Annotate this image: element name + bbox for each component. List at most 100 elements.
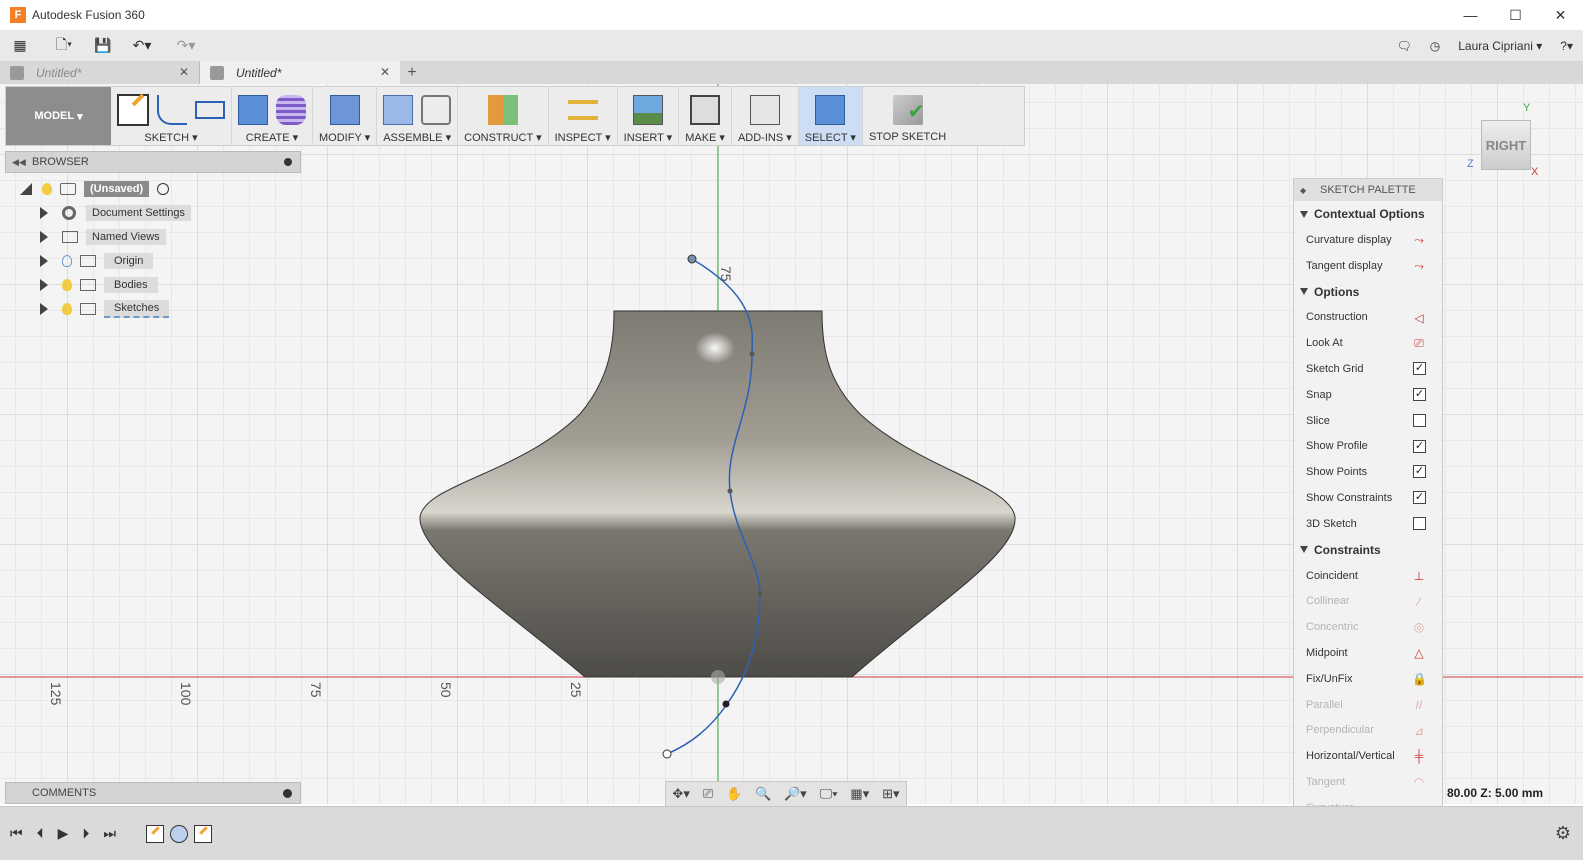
palette-option-show-constraints[interactable]: Show Constraints ✓ xyxy=(1294,485,1442,511)
close-window-button[interactable]: ✕ xyxy=(1538,0,1583,30)
inspect-menu-button[interactable]: INSPECT ▾ xyxy=(555,131,611,144)
assemble-menu-button[interactable]: ASSEMBLE ▾ xyxy=(383,131,451,144)
palette-option-show-profile[interactable]: Show Profile ✓ xyxy=(1294,434,1442,460)
visibility-bulb-off-icon[interactable] xyxy=(62,255,72,267)
stop-sketch-icon[interactable] xyxy=(892,95,925,125)
press-pull-icon[interactable] xyxy=(329,95,360,125)
look-at-icon[interactable]: ⎚ xyxy=(703,786,713,802)
visibility-bulb-icon[interactable] xyxy=(62,303,72,315)
addins-menu-button[interactable]: ADD-INS ▾ xyxy=(738,131,792,144)
form-icon[interactable] xyxy=(276,95,306,125)
new-tab-button[interactable]: + xyxy=(400,61,424,84)
spline-fit-point[interactable] xyxy=(722,700,730,708)
create-menu-button[interactable]: CREATE ▾ xyxy=(246,131,298,144)
comments-panel-header[interactable]: COMMENTS xyxy=(5,782,301,804)
offset-plane-icon[interactable] xyxy=(487,95,518,125)
save-icon[interactable]: 💾 xyxy=(88,30,118,61)
grid-settings-icon[interactable]: ▦▾ xyxy=(850,786,869,802)
modify-menu-button[interactable]: MODIFY ▾ xyxy=(319,131,370,144)
expand-arrow-icon[interactable] xyxy=(40,207,48,219)
addins-group[interactable]: ADD-INS ▾ xyxy=(732,87,799,145)
scripts-addins-icon[interactable] xyxy=(749,95,780,125)
visibility-bulb-icon[interactable] xyxy=(62,279,72,291)
construct-menu-button[interactable]: CONSTRUCT ▾ xyxy=(464,131,541,144)
select-group[interactable]: SELECT ▾ xyxy=(798,87,863,145)
concentric-constraint-icon[interactable]: ◎ xyxy=(1412,620,1426,634)
palette-option-3d-sketch[interactable]: 3D Sketch xyxy=(1294,511,1442,537)
timeline-revolve-feature-icon[interactable] xyxy=(170,825,188,843)
visibility-bulb-icon[interactable] xyxy=(42,183,52,195)
collapse-browser-icon[interactable]: ◀◀ xyxy=(12,157,26,168)
browser-item-document-settings[interactable]: Document Settings xyxy=(40,203,191,223)
close-tab-icon[interactable]: ✕ xyxy=(179,65,189,79)
insert-menu-button[interactable]: INSERT ▾ xyxy=(624,131,673,144)
play-icon[interactable]: ▶ xyxy=(58,825,69,842)
horizontal-vertical-constraint-icon[interactable]: ╪ xyxy=(1412,749,1426,763)
expand-arrow-icon[interactable] xyxy=(40,279,48,291)
constraint-midpoint[interactable]: Midpoint △ xyxy=(1294,640,1442,666)
3d-print-icon[interactable] xyxy=(690,95,721,125)
constraint-collinear[interactable]: Collinear ⁄ xyxy=(1294,589,1442,615)
show-constraints-checkbox[interactable]: ✓ xyxy=(1413,491,1426,505)
curvature-display-icon[interactable]: ⤳ xyxy=(1412,233,1426,247)
tangent-constraint-icon[interactable]: ◠ xyxy=(1412,775,1426,789)
pan-hand-icon[interactable]: ✋ xyxy=(726,786,742,802)
maximize-button[interactable]: ☐ xyxy=(1493,0,1538,30)
constraint-horizontal-vertical[interactable]: Horizontal/Vertical ╪ xyxy=(1294,743,1442,769)
user-account-menu[interactable]: Laura Cipriani ▾ xyxy=(1458,39,1542,53)
line-tool-icon[interactable] xyxy=(157,95,187,125)
minimize-button[interactable]: — xyxy=(1448,0,1493,30)
browser-root-node[interactable]: (Unsaved) xyxy=(20,179,170,199)
timeline-settings-gear-icon[interactable]: ⚙ xyxy=(1555,823,1571,844)
workspace-switcher[interactable]: MODEL ▾ xyxy=(6,87,111,145)
timeline-sketch-feature-icon[interactable] xyxy=(194,825,212,843)
construction-icon[interactable]: ◁ xyxy=(1412,311,1426,325)
orbit-icon[interactable]: ✥▾ xyxy=(672,786,689,802)
constraint-tangent[interactable]: Tangent ◠ xyxy=(1294,769,1442,795)
browser-item-origin[interactable]: Origin xyxy=(40,251,154,271)
coincident-constraint-icon[interactable]: ⊥ xyxy=(1412,569,1426,583)
view-cube-face[interactable]: RIGHT xyxy=(1481,120,1531,170)
make-group[interactable]: MAKE ▾ xyxy=(679,87,732,145)
fix-unfix-constraint-icon[interactable]: 🔒 xyxy=(1412,672,1427,686)
constraint-perpendicular[interactable]: Perpendicular ⊿ xyxy=(1294,718,1442,744)
show-points-checkbox[interactable]: ✓ xyxy=(1413,465,1426,479)
browser-pin-icon[interactable] xyxy=(284,158,292,166)
select-cursor-icon[interactable] xyxy=(815,95,846,125)
constraint-coincident[interactable]: Coincident ⊥ xyxy=(1294,563,1442,589)
sketch-group[interactable]: SKETCH ▾ xyxy=(111,87,232,145)
activate-radio-icon[interactable] xyxy=(157,183,170,195)
snap-checkbox[interactable]: ✓ xyxy=(1413,387,1426,401)
zoom-icon[interactable]: 🔍 xyxy=(755,786,771,802)
measure-icon[interactable] xyxy=(567,100,598,120)
section-contextual-options[interactable]: Contextual Options xyxy=(1294,201,1442,227)
expand-arrow-icon[interactable] xyxy=(40,303,48,315)
origin-point[interactable] xyxy=(711,670,725,684)
new-component-icon[interactable] xyxy=(383,95,414,125)
stop-sketch-group[interactable]: STOP SKETCH xyxy=(863,87,952,145)
fit-icon[interactable]: 🔎▾ xyxy=(784,786,807,802)
help-icon[interactable]: ?▾ xyxy=(1560,39,1573,53)
timeline-sketch-feature-icon[interactable] xyxy=(146,825,164,843)
select-menu-button[interactable]: SELECT ▾ xyxy=(805,131,856,144)
step-back-icon[interactable]: ⏴ xyxy=(37,825,44,842)
spline-end-point[interactable] xyxy=(662,749,672,759)
go-to-start-icon[interactable]: ⏮ xyxy=(10,825,23,842)
expand-arrow-icon[interactable] xyxy=(40,255,48,267)
rectangle-tool-icon[interactable] xyxy=(195,101,225,119)
joint-icon[interactable] xyxy=(421,95,452,125)
display-settings-icon[interactable]: 🖵▾ xyxy=(820,786,838,802)
sketch-menu-button[interactable]: SKETCH ▾ xyxy=(144,131,197,144)
section-constraints[interactable]: Constraints xyxy=(1294,537,1442,563)
palette-option-slice[interactable]: Slice xyxy=(1294,408,1442,434)
view-cube[interactable]: Y RIGHT Z X xyxy=(1463,100,1543,185)
assemble-group[interactable]: ASSEMBLE ▾ xyxy=(377,87,459,145)
look-at-icon[interactable]: ⎚ xyxy=(1412,336,1426,350)
construct-group[interactable]: CONSTRUCT ▾ xyxy=(458,87,549,145)
browser-item-named-views[interactable]: Named Views xyxy=(40,227,166,247)
spline-fit-point[interactable] xyxy=(757,591,763,597)
data-panel-grid-icon[interactable]: ▦ xyxy=(0,30,40,61)
palette-option-look-at[interactable]: Look At ⎚ xyxy=(1294,330,1442,356)
inspect-group[interactable]: INSPECT ▾ xyxy=(549,87,618,145)
canvas-image-icon[interactable] xyxy=(632,95,663,125)
